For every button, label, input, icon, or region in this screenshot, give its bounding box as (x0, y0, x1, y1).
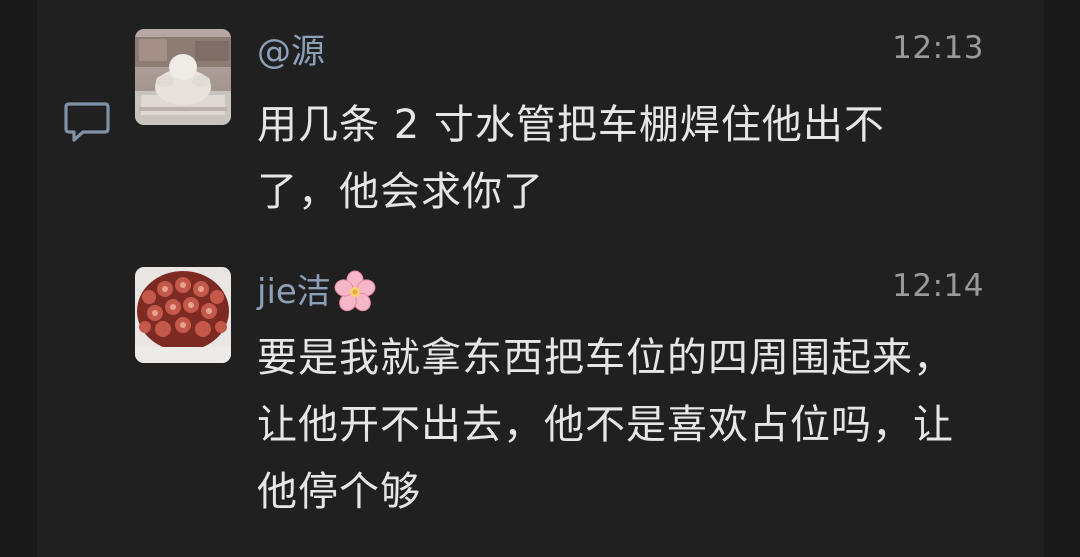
username-text[interactable]: @源 (257, 32, 325, 72)
comment-item[interactable]: jie洁 12:14 要是我就拿东西把车位的四周围起来，让他开不出去，他不是喜欢… (37, 238, 1044, 557)
rose-bouquet-avatar (135, 267, 231, 363)
comment-text: 要是我就拿东西把车位的四周围起来，让他开不出去，他不是喜欢占位吗，让他停个够 (257, 335, 954, 515)
timestamp: 12:14 (892, 268, 984, 304)
comment-item[interactable]: @源 12:13 用几条 2 寸水管把车棚焊住他出不了，他会求你了 (37, 0, 1044, 238)
comment-text: 用几条 2 寸水管把车棚焊住他出不了，他会求你了 (257, 102, 885, 215)
avatar[interactable] (135, 267, 231, 363)
username[interactable]: jie洁 (257, 270, 377, 314)
cherry-blossom-icon (334, 270, 376, 312)
comment-bubble-icon[interactable] (63, 100, 111, 144)
username-text[interactable]: jie洁 (257, 272, 331, 312)
timestamp: 12:13 (892, 30, 984, 66)
avatar[interactable] (135, 29, 231, 125)
screen: @源 12:13 用几条 2 寸水管把车棚焊住他出不了，他会求你了 jie洁 1… (0, 0, 1080, 557)
username[interactable]: @源 (257, 32, 325, 72)
laughing-buddha-statue-avatar (135, 29, 231, 125)
comment-thread: @源 12:13 用几条 2 寸水管把车棚焊住他出不了，他会求你了 jie洁 1… (37, 0, 1044, 557)
